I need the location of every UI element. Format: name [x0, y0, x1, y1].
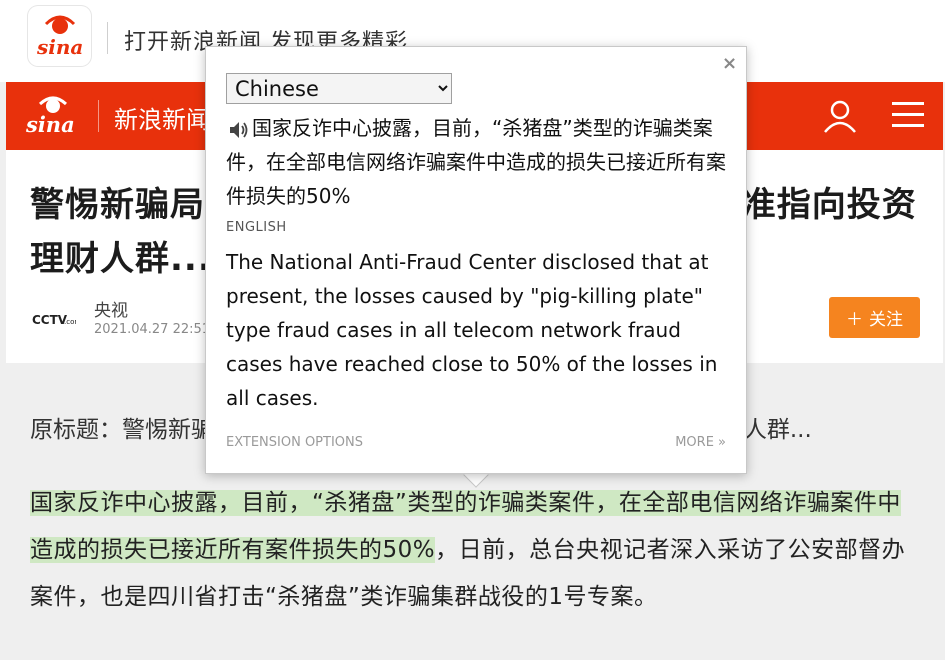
navbar-title[interactable]: 新浪新闻 — [114, 100, 210, 135]
cctv-logo: CCTV .com — [32, 308, 81, 330]
plus-icon: ＋ — [846, 310, 863, 330]
user-icon[interactable] — [822, 98, 858, 134]
source-name[interactable]: 央视 — [94, 296, 128, 321]
target-language-label: ENGLISH — [226, 220, 287, 235]
menu-icon[interactable] — [892, 100, 924, 130]
sina-logo[interactable]: sina — [20, 94, 86, 138]
close-button[interactable]: × — [722, 53, 737, 74]
svg-text:sina: sina — [25, 112, 75, 137]
svg-text:.com: .com — [64, 318, 76, 326]
banner-divider — [107, 22, 108, 54]
svg-text:CCTV: CCTV — [32, 313, 68, 327]
follow-button[interactable]: ＋ 关注 — [829, 297, 920, 338]
translation-text: The National Anti-Fraud Center disclosed… — [226, 250, 718, 410]
svg-text:sina: sina — [36, 35, 83, 59]
source-text: 国家反诈中心披露，目前，“杀猪盘”类型的诈骗类案件，在全部电信网络诈骗案件中造成… — [226, 116, 726, 208]
extension-options-link[interactable]: EXTENSION OPTIONS — [226, 435, 363, 450]
publish-date: 2021.04.27 22:51 — [94, 322, 211, 337]
more-link[interactable]: MORE » — [675, 435, 726, 450]
translation-popup: Chinese × 国家反诈中心披露，目前，“杀猪盘”类型的诈骗类案件，在全部电… — [205, 46, 747, 474]
follow-label: 关注 — [869, 310, 903, 330]
article-paragraph: 国家反诈中心披露，目前，“杀猪盘”类型的诈骗类案件，在全部电信网络诈骗案件中造成… — [30, 480, 920, 621]
navbar-divider — [98, 100, 99, 132]
source-language-select[interactable]: Chinese — [226, 73, 452, 104]
sina-app-logo: sina — [28, 6, 91, 66]
